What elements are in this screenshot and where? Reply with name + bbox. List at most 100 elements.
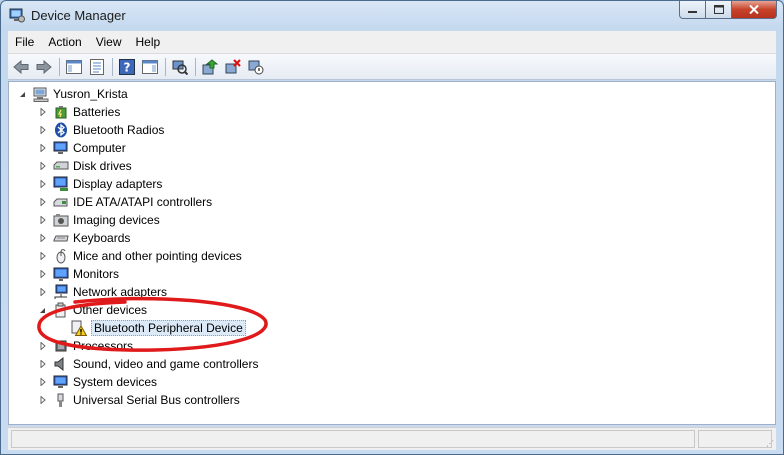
expand-arrow-icon[interactable] [38, 288, 47, 297]
tree-item-system-devices[interactable]: System devices [38, 373, 157, 391]
help-icon: ? [119, 58, 135, 75]
disable-device-button[interactable] [246, 57, 266, 77]
tree-item-network-adapters[interactable]: Network adapters [38, 283, 167, 301]
tree-item-keyboards[interactable]: Keyboards [38, 229, 130, 247]
tree-item-label: Bluetooth Peripheral Device [91, 320, 246, 336]
properties-icon [90, 58, 104, 75]
processor-icon [53, 338, 69, 354]
action-pane-icon [142, 59, 158, 74]
tree-item-label: Processors [73, 339, 134, 353]
update-driver-icon [202, 58, 218, 74]
expand-arrow-icon[interactable] [38, 216, 47, 225]
network-adapter-icon [53, 284, 69, 300]
tree-item-disk-drives[interactable]: Disk drives [38, 157, 132, 175]
expand-arrow-icon[interactable] [38, 126, 47, 135]
window-title: Device Manager [31, 8, 126, 23]
forward-button[interactable] [34, 57, 54, 77]
show-hide-console-tree-icon [66, 59, 82, 74]
tree-item-label: Computer [73, 141, 126, 155]
tree-item-mice[interactable]: Mice and other pointing devices [38, 247, 242, 265]
device-manager-icon [9, 8, 25, 23]
tree-item-processors[interactable]: Processors [38, 337, 133, 355]
tree-item-label: Bluetooth Radios [73, 123, 165, 137]
expand-arrow-icon[interactable] [38, 234, 47, 243]
expand-arrow-icon[interactable] [38, 252, 47, 261]
status-pane [698, 430, 772, 448]
expand-arrow-icon[interactable] [38, 378, 47, 387]
display-adapter-icon [53, 176, 69, 192]
tree-item-bluetooth-peripheral-device[interactable]: Bluetooth Peripheral Device [56, 319, 246, 337]
tree-item-monitors[interactable]: Monitors [38, 265, 119, 283]
disable-device-icon [248, 60, 264, 74]
expand-arrow-icon[interactable] [38, 270, 47, 279]
monitor-icon [53, 266, 69, 282]
expand-arrow-icon[interactable] [38, 144, 47, 153]
collapse-arrow-icon[interactable] [18, 90, 27, 99]
menu-file[interactable]: File [8, 35, 41, 49]
resize-grip-icon[interactable]: ⋰ [766, 439, 774, 448]
tree-item-bluetooth-radios[interactable]: Bluetooth Radios [38, 121, 164, 139]
tree-item-label: Other devices [73, 303, 148, 317]
tree-item-imaging-devices[interactable]: Imaging devices [38, 211, 160, 229]
toolbar-separator [59, 57, 60, 76]
tree-item-label: Universal Serial Bus controllers [73, 393, 240, 407]
title-bar[interactable]: Device Manager [1, 1, 783, 31]
uninstall-icon [225, 58, 241, 73]
close-button[interactable] [732, 1, 777, 19]
status-bar: ⋰ [8, 427, 776, 450]
properties-button[interactable] [87, 57, 107, 77]
tree-item-label: Network adapters [73, 285, 168, 299]
tree-item-batteries[interactable]: Batteries [38, 103, 120, 121]
scan-hardware-button[interactable] [170, 57, 190, 77]
tree-item-label: Imaging devices [73, 213, 160, 227]
menu-view[interactable]: View [89, 35, 129, 49]
maximize-icon [713, 5, 724, 14]
close-icon [749, 5, 759, 14]
show-hide-console-tree-button[interactable] [64, 57, 84, 77]
menu-help[interactable]: Help [129, 35, 168, 49]
toolbar-separator [195, 57, 196, 76]
svg-text:?: ? [124, 60, 131, 74]
tree-item-computer[interactable]: Computer [38, 139, 126, 157]
tree-item-other-devices[interactable]: Other devices [38, 301, 147, 319]
expand-arrow-icon[interactable] [38, 162, 47, 171]
tree-item-sound-video-game[interactable]: Sound, video and game controllers [38, 355, 258, 373]
help-button[interactable]: ? [117, 57, 137, 77]
uninstall-button[interactable] [223, 57, 243, 77]
tree-item-label: System devices [73, 375, 158, 389]
tree-root[interactable]: Yusron_Krista [18, 85, 128, 103]
toolbar-separator [165, 57, 166, 76]
menu-action[interactable]: Action [41, 35, 88, 49]
tree-item-label: Batteries [73, 105, 121, 119]
tree-item-ide-controllers[interactable]: IDE ATA/ATAPI controllers [38, 193, 212, 211]
tree-item-label: Monitors [73, 267, 120, 281]
device-tree[interactable]: Yusron_Krista Batteries Bluetooth Radios… [8, 81, 776, 425]
toolbar: ? [8, 54, 776, 80]
tree-item-label: Disk drives [73, 159, 132, 173]
expand-arrow-icon[interactable] [38, 180, 47, 189]
expand-arrow-icon[interactable] [38, 360, 47, 369]
mouse-icon [53, 248, 69, 264]
back-button[interactable] [11, 57, 31, 77]
action-pane-button[interactable] [140, 57, 160, 77]
tree-item-display-adapters[interactable]: Display adapters [38, 175, 162, 193]
maximize-button[interactable] [706, 1, 732, 19]
minimize-button[interactable] [679, 1, 706, 19]
collapse-arrow-icon[interactable] [38, 306, 47, 315]
expand-arrow-icon[interactable] [38, 108, 47, 117]
tree-item-usb-controllers[interactable]: Universal Serial Bus controllers [38, 391, 240, 409]
battery-icon [53, 104, 69, 120]
minimize-icon [688, 10, 697, 13]
expand-arrow-icon[interactable] [38, 396, 47, 405]
expand-arrow-icon[interactable] [38, 198, 47, 207]
scan-hardware-icon [172, 60, 188, 75]
tree-item-label: Display adapters [73, 177, 163, 191]
computer-icon [53, 140, 69, 156]
warning-device-icon [71, 320, 87, 336]
toolbar-separator [112, 57, 113, 76]
disk-drive-icon [53, 158, 69, 174]
camera-icon [53, 212, 69, 228]
expand-arrow-icon[interactable] [38, 342, 47, 351]
update-driver-button[interactable] [200, 57, 220, 77]
computer-name: Yusron_Krista [53, 87, 128, 101]
